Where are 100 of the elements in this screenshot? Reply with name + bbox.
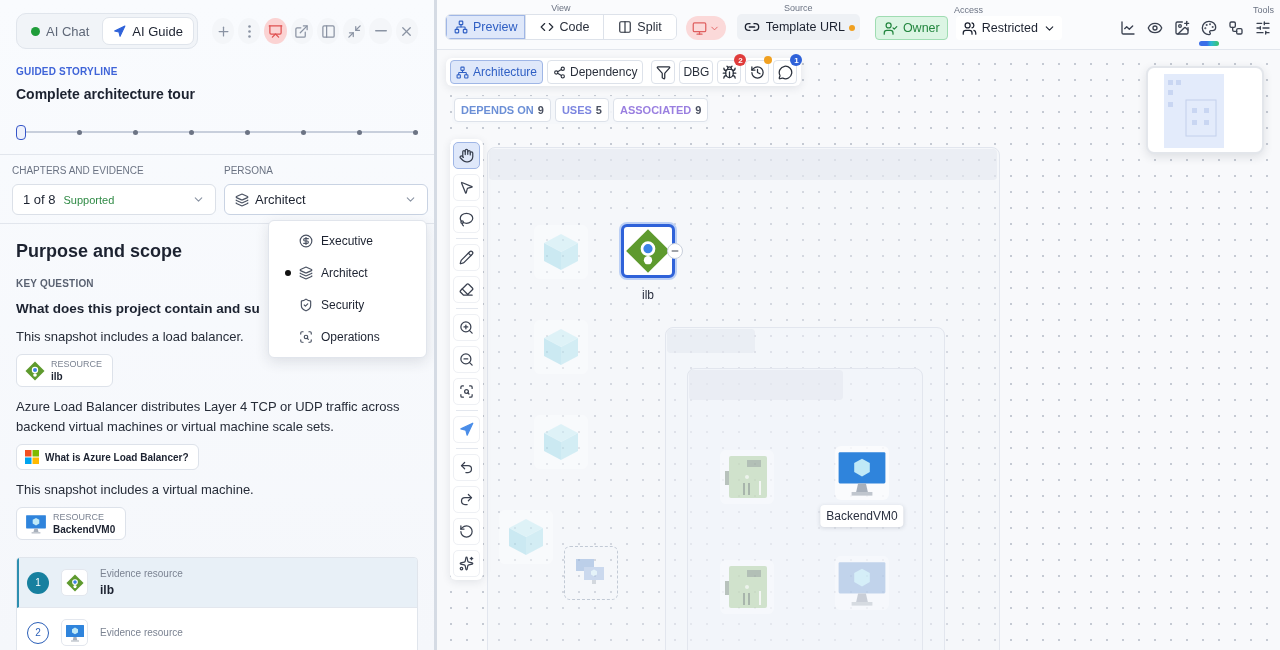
cube-icon: [541, 232, 581, 272]
diagram-node[interactable]: [720, 450, 774, 504]
step-marker[interactable]: [189, 129, 194, 135]
collapse-node-button[interactable]: [667, 243, 683, 259]
count-badge: 2: [734, 54, 747, 66]
mode-tab[interactable]: AI Guide: [102, 17, 194, 45]
load-balancer-icon: [25, 360, 45, 381]
paragraph: Azure Load Balancer distributes Layer 4 TCP or UDP traffic across backend virtual machines or virtual machine scale sets.: [16, 398, 401, 436]
group-label: Source: [784, 3, 813, 13]
eraser-tool[interactable]: [453, 276, 480, 303]
group-label: Access: [953, 5, 983, 15]
add-button[interactable]: [211, 18, 235, 44]
step-marker[interactable]: [16, 124, 26, 140]
chapter-select[interactable]: 1 of 8 Supported: [12, 184, 216, 215]
resource-label: RESOURCE: [51, 359, 102, 369]
chip-count: 9: [537, 104, 544, 116]
diagram-node[interactable]: [835, 556, 889, 610]
node-label: BackendVM0: [820, 505, 904, 527]
panel-icon: [320, 23, 336, 39]
filter-button[interactable]: [651, 60, 676, 84]
history-button[interactable]: [745, 60, 770, 84]
fit-view-icon: [459, 384, 474, 399]
share-nodes-icon: [553, 65, 567, 79]
relation-filter-chip[interactable]: USES 5: [554, 98, 609, 122]
chip-label: USES: [561, 104, 592, 116]
section-title: Purpose and scope: [16, 241, 184, 262]
evidence-item[interactable]: 1 Evidence resource ilb: [17, 558, 417, 608]
hand-tool[interactable]: [453, 142, 480, 169]
step-number: 2: [27, 621, 49, 644]
zoom-in-tool[interactable]: [453, 314, 480, 341]
visibility-dropdown[interactable]: Restricted: [955, 16, 1062, 40]
mode-tab[interactable]: AI Chat: [20, 17, 101, 45]
reset-icon: [459, 524, 474, 539]
external-link-icon: [294, 23, 310, 39]
resource-chip[interactable]: RESOURCE BackendVM0: [16, 507, 127, 540]
menu-item[interactable]: Executive: [269, 225, 426, 257]
diagram-node[interactable]: [835, 446, 889, 500]
diagram-node[interactable]: [720, 560, 774, 614]
reset-tool[interactable]: [453, 518, 480, 545]
dollar-icon: [299, 234, 313, 248]
step-marker[interactable]: [301, 129, 306, 135]
redo-tool[interactable]: [453, 486, 480, 513]
undo-tool[interactable]: [453, 454, 480, 481]
zoom-out-tool[interactable]: [453, 346, 480, 373]
sparkles-icon: [459, 556, 474, 571]
step-marker[interactable]: [245, 129, 250, 135]
menu-item[interactable]: Security: [269, 289, 426, 321]
resource-label: RESOURCE: [53, 512, 105, 522]
step-marker[interactable]: [77, 129, 82, 135]
mode-tab[interactable]: Dependency: [547, 60, 644, 84]
fit-view-tool[interactable]: [453, 378, 480, 405]
sliders-icon: [1255, 20, 1271, 36]
step-marker[interactable]: [413, 129, 418, 135]
view-tab[interactable]: Preview: [446, 15, 527, 39]
chip-count: 9: [695, 104, 702, 116]
diagram-node[interactable]: [621, 224, 675, 278]
image-icon: [1174, 20, 1190, 36]
shield-icon: [299, 298, 313, 312]
step-marker[interactable]: [357, 129, 362, 135]
doc-link-button[interactable]: What is Azure Load Balancer?: [16, 444, 199, 470]
zoom-in-icon: [459, 320, 474, 335]
chart-icon: [1120, 20, 1136, 36]
pointer-tool[interactable]: [453, 174, 480, 201]
step-number: 1: [27, 571, 49, 594]
relation-filter-chip[interactable]: ASSOCIATED 9: [612, 98, 709, 122]
menu-item[interactable]: Architect: [269, 257, 426, 289]
persona-select[interactable]: Architect: [224, 184, 428, 215]
present-button[interactable]: [264, 18, 287, 44]
node-label: ilb: [641, 287, 655, 304]
group-label: Tools: [1253, 5, 1274, 15]
debug-button[interactable]: DBG: [679, 60, 714, 84]
resource-chip[interactable]: RESOURCE ilb: [16, 354, 113, 387]
sparkles-tool[interactable]: [453, 550, 480, 577]
monitor-icon: [25, 512, 47, 535]
template-url-button[interactable]: Template URL: [736, 14, 860, 40]
navigation-arrow-tool[interactable]: [453, 416, 480, 443]
collapse-arrows-icon: [346, 23, 362, 39]
chip-label: DEPENDS ON: [461, 104, 534, 116]
owner-button[interactable]: Owner: [874, 16, 948, 40]
collapse-button[interactable]: [343, 18, 366, 44]
minus-icon: [374, 30, 387, 32]
eraser-icon: [459, 282, 474, 297]
lasso-icon: [459, 212, 474, 227]
popout-button[interactable]: [290, 18, 313, 44]
step-marker[interactable]: [133, 129, 138, 135]
relation-filter-chip[interactable]: DEPENDS ON 9: [454, 98, 551, 122]
palette-icon: [1201, 20, 1217, 36]
code-icon: [540, 20, 555, 34]
evidence-item[interactable]: 2 Evidence resource: [17, 608, 417, 650]
issues-button[interactable]: [717, 60, 742, 84]
pencil-tool[interactable]: [453, 244, 480, 271]
menu-item[interactable]: Operations: [269, 321, 426, 353]
comments-button[interactable]: [773, 60, 798, 84]
lasso-tool[interactable]: [453, 206, 480, 233]
presentation-icon: [268, 23, 284, 39]
device-preview-button[interactable]: [685, 16, 726, 40]
panel-button[interactable]: [316, 18, 340, 44]
mode-tab[interactable]: Architecture: [450, 60, 544, 84]
count-badge: 1: [790, 54, 803, 66]
close-button[interactable]: [395, 18, 418, 44]
